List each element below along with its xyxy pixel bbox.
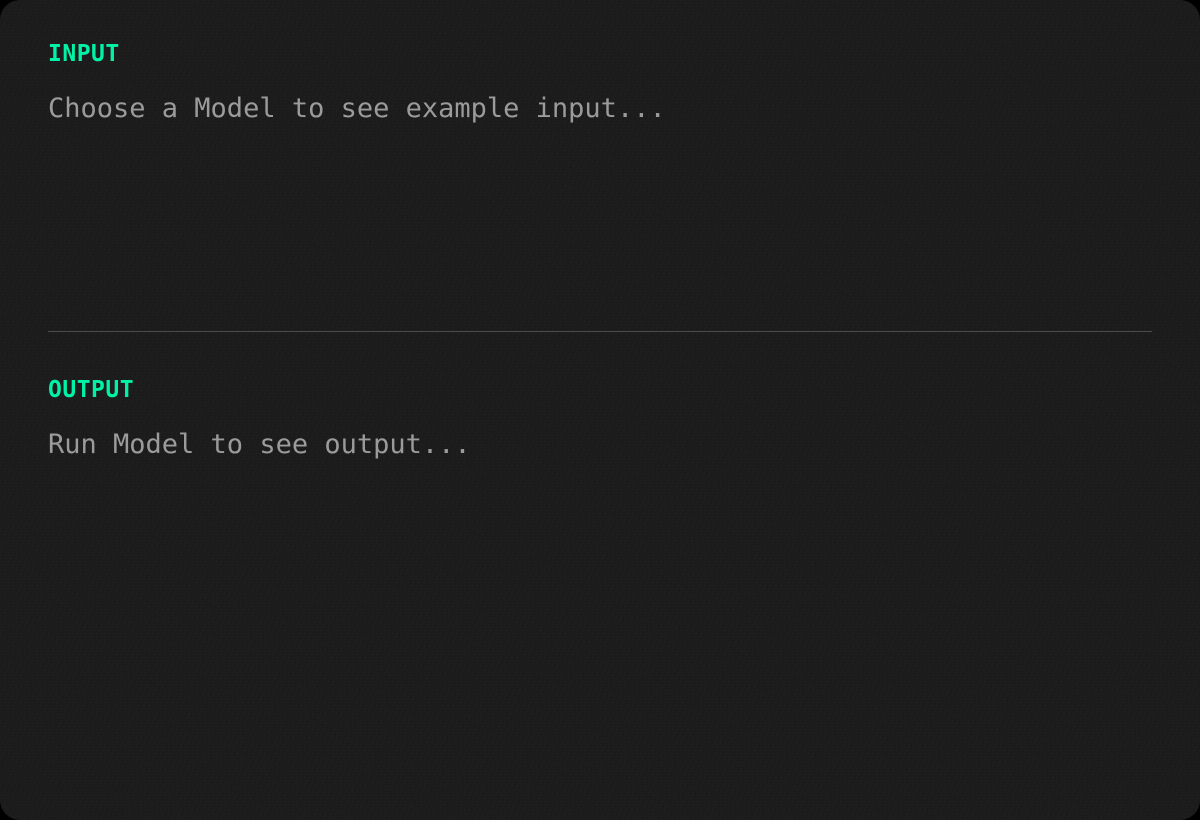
output-placeholder-text: Run Model to see output...	[48, 429, 471, 460]
input-placeholder-text[interactable]: Choose a Model to see example input...	[48, 92, 1152, 126]
model-io-panel: INPUT Choose a Model to see example inpu…	[0, 0, 1200, 820]
section-divider	[48, 331, 1152, 332]
output-section: OUTPUT Run Model to see output...	[48, 376, 1152, 462]
output-section-label: OUTPUT	[48, 377, 135, 403]
input-section-label: INPUT	[48, 41, 120, 67]
input-section: INPUT Choose a Model to see example inpu…	[48, 40, 1152, 126]
